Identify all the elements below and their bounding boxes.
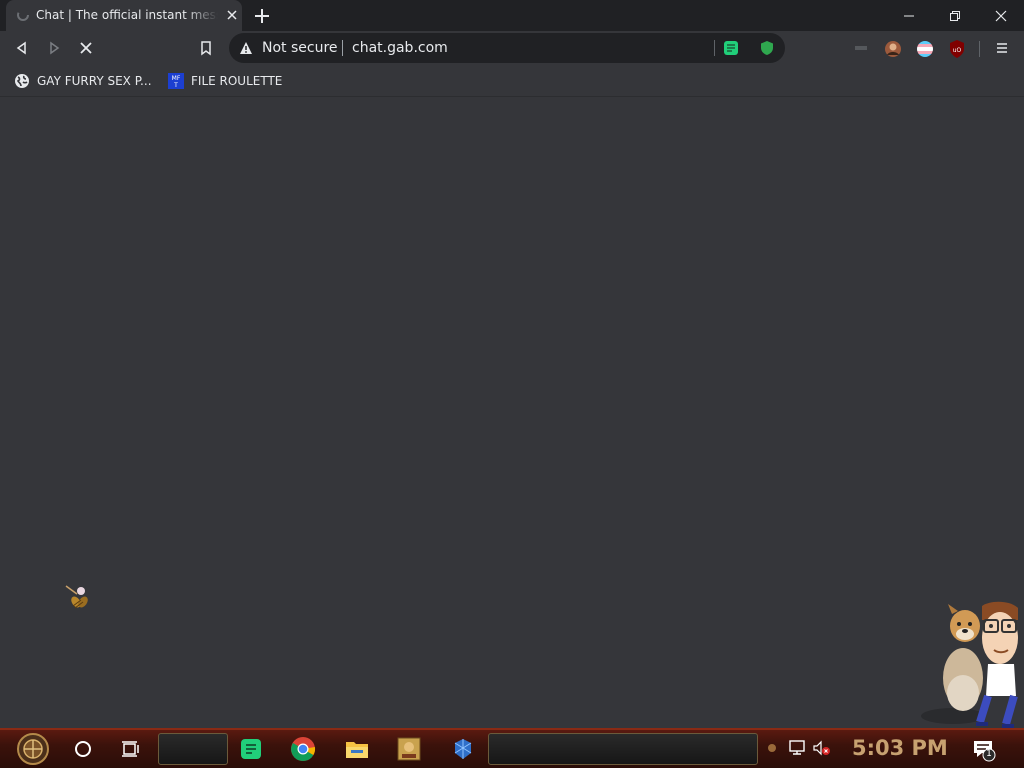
taskbar-gab-app[interactable] (234, 732, 268, 766)
desktop-mascot-icon (921, 601, 1018, 728)
app-icon-2 (454, 739, 472, 759)
security-label[interactable]: Not secure (262, 40, 338, 56)
close-icon (995, 10, 1007, 21)
taskbar-app[interactable] (392, 732, 426, 766)
bookmark-item-2[interactable]: MF T FILE ROULETTE (168, 71, 282, 91)
loading-favicon-icon (17, 9, 29, 21)
trans-flag-extension-icon[interactable] (916, 40, 934, 58)
gab-icon (241, 739, 261, 759)
clock[interactable]: 5:03 PM (852, 736, 948, 760)
url-text[interactable]: chat.gab.com (352, 40, 448, 56)
minimize-icon (904, 15, 914, 16)
omnibox-ext-divider (714, 40, 715, 56)
bookmark-page-button[interactable] (194, 36, 218, 60)
stop-loading-button[interactable] (74, 36, 98, 60)
menu-icon[interactable] (995, 41, 1009, 55)
taskbar: 5:03 PM 1 (0, 728, 1024, 768)
ublock-icon[interactable]: uO (948, 39, 966, 59)
app-icon (397, 737, 421, 761)
bookmarks-bar: GAY FURRY SEX P... MF T FILE ROULETTE (0, 65, 1024, 97)
task-view-icon (122, 741, 139, 757)
show-hidden-icons-icon[interactable] (767, 743, 777, 753)
minimize-button[interactable] (886, 0, 932, 31)
moth-cursor-icon (65, 585, 88, 609)
file-explorer-icon (346, 742, 368, 758)
taskbar-file-explorer[interactable] (340, 732, 374, 766)
bookmark-label: FILE ROULETTE (191, 74, 283, 88)
taskbar-well-right (488, 733, 758, 765)
start-button[interactable] (8, 732, 58, 766)
network-icon[interactable] (788, 740, 806, 756)
tab-strip: Chat | The official instant messenger of… (0, 0, 1024, 31)
mft-icon: MF T (168, 73, 184, 89)
notification-count: 1 (986, 749, 992, 759)
cortana-button[interactable] (66, 732, 100, 766)
page-content (0, 98, 1024, 728)
taskbar-app-2[interactable] (446, 732, 480, 766)
address-bar[interactable]: Not secure chat.gab.com (229, 33, 785, 63)
forward-icon (50, 41, 60, 55)
chrome-icon (291, 737, 316, 762)
taskbar-chrome-app[interactable] (286, 732, 320, 766)
avatar-extension-icon[interactable] (884, 40, 902, 58)
bookmark-item-1[interactable]: GAY FURRY SEX P... (14, 71, 152, 91)
tab-title: Chat | The official instant messenger of… (36, 8, 218, 22)
bookmark-icon (201, 41, 211, 56)
bookmark-label: GAY FURRY SEX P... (37, 74, 152, 88)
omnibox-divider (342, 40, 343, 56)
warning-icon[interactable] (239, 41, 253, 55)
task-view-button[interactable] (114, 732, 148, 766)
browser-tab[interactable]: Chat | The official instant messenger of… (6, 0, 242, 31)
back-icon (16, 41, 26, 55)
taskbar-well-left (158, 733, 228, 765)
volume-muted-icon[interactable] (812, 740, 832, 756)
restore-icon (950, 10, 960, 21)
stop-icon (80, 42, 92, 54)
browser-toolbar: Not secure chat.gab.com uO (0, 31, 1024, 65)
toolbar-divider (979, 41, 980, 57)
svg-text:MF: MF (172, 75, 181, 82)
close-window-button[interactable] (978, 0, 1024, 31)
back-button[interactable] (10, 36, 34, 60)
start-icon (17, 733, 49, 765)
globe-icon (15, 74, 29, 88)
shield-extension-icon[interactable] (759, 40, 775, 56)
restore-button[interactable] (932, 0, 978, 31)
gab-extension-icon[interactable] (723, 40, 739, 56)
forward-button[interactable] (42, 36, 66, 60)
tab-close-icon[interactable] (224, 7, 240, 23)
svg-text:T: T (173, 82, 178, 89)
svg-text:uO: uO (953, 47, 962, 54)
cortana-icon (75, 741, 91, 757)
extension-dimmed-icon[interactable] (854, 44, 868, 52)
action-center-button[interactable]: 1 (972, 738, 996, 762)
new-tab-icon[interactable] (252, 6, 272, 26)
